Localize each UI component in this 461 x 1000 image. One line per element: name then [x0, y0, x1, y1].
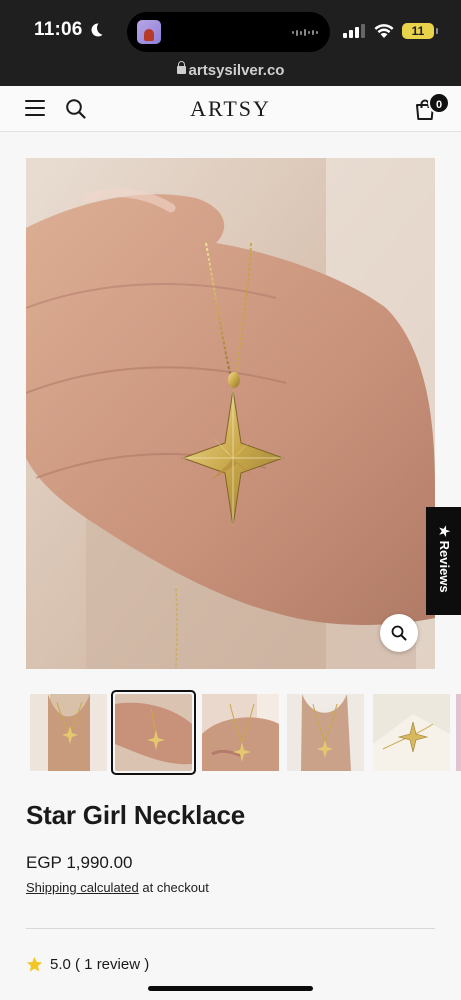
- zoom-icon: [391, 625, 407, 641]
- time-text: 11:06: [34, 19, 83, 40]
- signal-icon: [343, 24, 365, 38]
- site-header: ARTSY: [0, 86, 461, 132]
- dynamic-island: [127, 12, 330, 52]
- thumbnail-4[interactable]: [287, 694, 364, 771]
- reviews-side-tab[interactable]: ★ Reviews: [426, 507, 461, 615]
- url-bar[interactable]: artsysilver.co: [0, 61, 461, 79]
- battery-indicator: 11: [402, 23, 438, 39]
- now-playing-artwork: [137, 20, 161, 44]
- zoom-button[interactable]: [380, 614, 418, 652]
- thumbnail-strip: [0, 690, 461, 776]
- wifi-icon: [374, 24, 394, 38]
- url-text: artsysilver.co: [188, 62, 285, 79]
- thumbnail-1[interactable]: [30, 694, 107, 771]
- store-logo[interactable]: ARTSY: [0, 96, 461, 122]
- status-bar: 11:06 11 artsysilver.co: [0, 0, 461, 86]
- thumbnail-5[interactable]: [373, 694, 450, 771]
- moon-icon: [91, 23, 103, 37]
- thumbnail-2[interactable]: [111, 690, 196, 775]
- product-title: Star Girl Necklace: [26, 800, 245, 830]
- divider: [26, 928, 435, 929]
- star-icon: [26, 956, 43, 972]
- product-rating[interactable]: 5.0 ( 1 review ): [26, 956, 149, 973]
- thumbnail-6-partial[interactable]: [456, 694, 461, 771]
- thumbnail-3[interactable]: [202, 694, 279, 771]
- lock-icon: [176, 61, 186, 74]
- shipping-suffix: at checkout: [138, 880, 209, 895]
- rating-text: 5.0 ( 1 review ): [50, 956, 150, 973]
- product-price: EGP 1,990.00: [26, 853, 133, 872]
- audio-wave-icon: [292, 29, 318, 36]
- home-indicator[interactable]: [148, 986, 313, 991]
- reviews-tab-label: ★ Reviews: [437, 525, 452, 593]
- shipping-link[interactable]: Shipping calculated: [26, 880, 139, 895]
- product-main-image[interactable]: [26, 158, 435, 669]
- status-time: 11:06: [34, 19, 104, 41]
- shipping-note: Shipping calculated at checkout: [26, 880, 209, 895]
- cart-count-badge: 0: [428, 92, 450, 114]
